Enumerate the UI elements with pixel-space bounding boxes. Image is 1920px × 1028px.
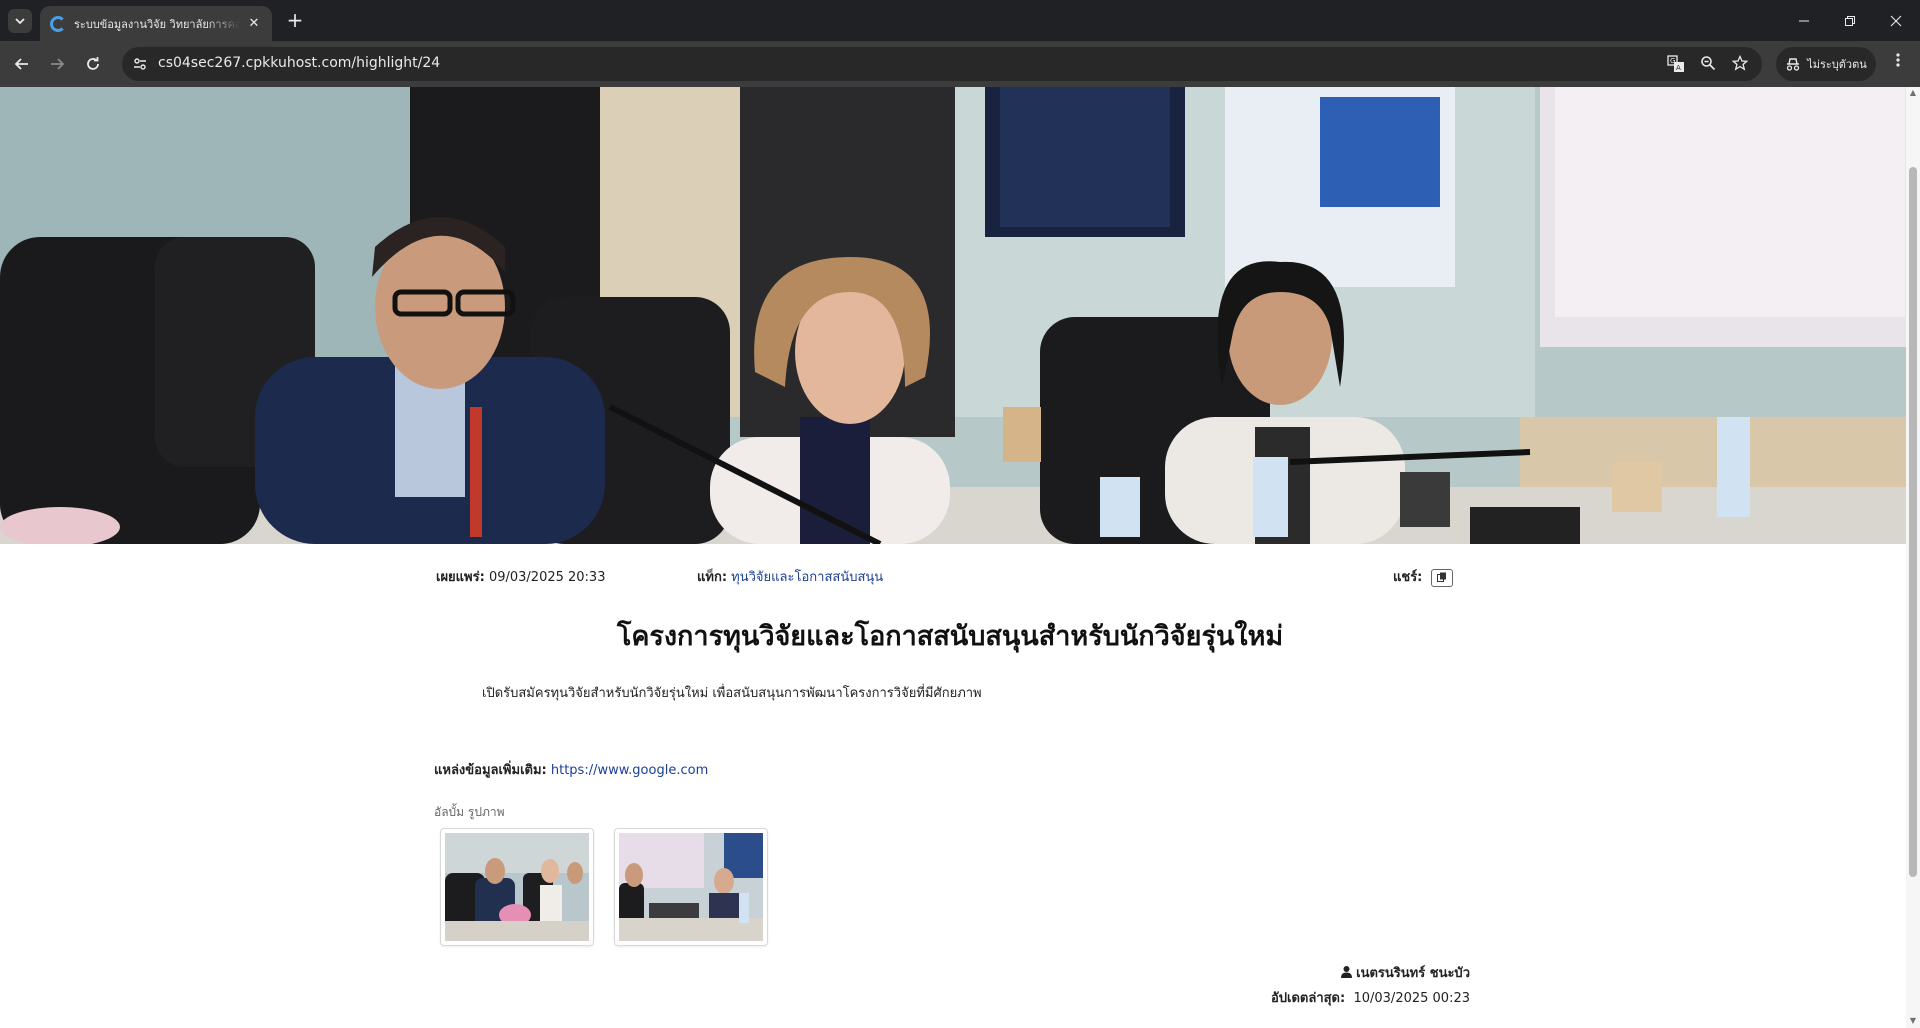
- svg-text:G: G: [1670, 57, 1675, 65]
- close-window-icon[interactable]: [1873, 0, 1919, 41]
- minimize-icon[interactable]: [1781, 0, 1827, 41]
- source-link[interactable]: https://www.google.com: [551, 763, 708, 778]
- arrow-right-icon: [51, 58, 65, 70]
- tag-label: แท็ก:: [697, 570, 728, 585]
- incognito-icon: [1787, 58, 1800, 71]
- browser-toolbar: cs04sec267.cpkkuhost.com/highlight/24 GA…: [0, 41, 1920, 87]
- user-icon: [1340, 966, 1352, 978]
- share-label: แชร์:: [1393, 570, 1423, 585]
- article-body: เปิดรับสมัครทุนวิจัยสำหรับนักวิจัยรุ่นให…: [482, 686, 982, 701]
- page-scrollbar[interactable]: ▲ ▼: [1906, 87, 1920, 1028]
- browser-tab-bar: ระบบข้อมูลงานวิจัย วิทยาลัยการคอม ✕ +: [0, 0, 1920, 41]
- scroll-up-icon[interactable]: ▲: [1909, 89, 1917, 97]
- reload-icon: [87, 57, 99, 70]
- star-icon[interactable]: [1730, 54, 1750, 73]
- article-title: โครงการทุนวิจัยและโอกาสสนับสนุนสำหรับนัก…: [616, 621, 1284, 652]
- updated-label: อัปเดตล่าสุด:: [1270, 991, 1346, 1006]
- hero-image: [0, 87, 1906, 544]
- translate-icon[interactable]: GA: [1666, 55, 1686, 73]
- author-name: เนตรนรินทร์ ชนะบัว: [1340, 962, 1470, 983]
- copy-link-button[interactable]: [1430, 568, 1453, 587]
- url-text[interactable]: cs04sec267.cpkkuhost.com/highlight/24: [158, 55, 440, 71]
- browser-tab-active[interactable]: ระบบข้อมูลงานวิจัย วิทยาลัยการคอม ✕: [40, 6, 272, 41]
- published-meta: เผยแพร่: 09/03/2025 20:33: [436, 566, 605, 587]
- source-row: แหล่งข้อมูลเพิ่มเติม: https://www.google…: [434, 759, 708, 780]
- album-thumbnail-1[interactable]: [440, 828, 594, 946]
- album-thumbnail-2[interactable]: [614, 828, 768, 946]
- author-text: เนตรนรินทร์ ชนะบัว: [1356, 966, 1470, 981]
- reload-button[interactable]: [81, 52, 105, 76]
- published-label: เผยแพร่:: [436, 570, 485, 585]
- source-label: แหล่งข้อมูลเพิ่มเติม:: [434, 763, 547, 778]
- scroll-thumb[interactable]: [1909, 167, 1917, 877]
- arrow-left-icon: [14, 58, 28, 70]
- tag-meta: แท็ก: ทุนวิจัยและโอกาสสนับสนุน: [697, 566, 883, 587]
- profile-label: ไม่ระบุตัวตน: [1807, 58, 1867, 71]
- album-label: อัลบั้ม รูปภาพ: [434, 805, 505, 819]
- chevron-down-icon: [15, 18, 25, 25]
- zoom-icon[interactable]: [1698, 55, 1718, 73]
- scroll-down-icon[interactable]: ▼: [1909, 1017, 1917, 1025]
- updated-date: 10/03/2025 00:23: [1353, 991, 1470, 1006]
- page-viewport: เผยแพร่: 09/03/2025 20:33 แท็ก: ทุนวิจัย…: [0, 87, 1920, 1028]
- tab-title: ระบบข้อมูลงานวิจัย วิทยาลัยการคอม: [74, 17, 240, 31]
- forward-button[interactable]: [45, 52, 69, 76]
- back-button[interactable]: [10, 52, 34, 76]
- tab-list-button[interactable]: [8, 9, 32, 33]
- close-icon[interactable]: ✕: [246, 16, 262, 31]
- kebab-menu-icon[interactable]: [1886, 52, 1910, 76]
- share-meta: แชร์:: [1393, 566, 1453, 587]
- address-bar[interactable]: cs04sec267.cpkkuhost.com/highlight/24 GA: [122, 47, 1762, 81]
- svg-text:A: A: [1676, 64, 1681, 72]
- profile-button[interactable]: ไม่ระบุตัวตน: [1776, 47, 1876, 81]
- new-tab-button[interactable]: +: [283, 9, 307, 33]
- site-favicon-icon: [50, 15, 66, 32]
- copy-icon: [1436, 572, 1446, 582]
- tune-icon[interactable]: [132, 56, 148, 72]
- restore-icon[interactable]: [1827, 0, 1873, 41]
- updated-meta: อัปเดตล่าสุด: 10/03/2025 00:23: [1271, 987, 1470, 1008]
- tag-link[interactable]: ทุนวิจัยและโอกาสสนับสนุน: [731, 570, 883, 585]
- published-date: 09/03/2025 20:33: [488, 570, 606, 585]
